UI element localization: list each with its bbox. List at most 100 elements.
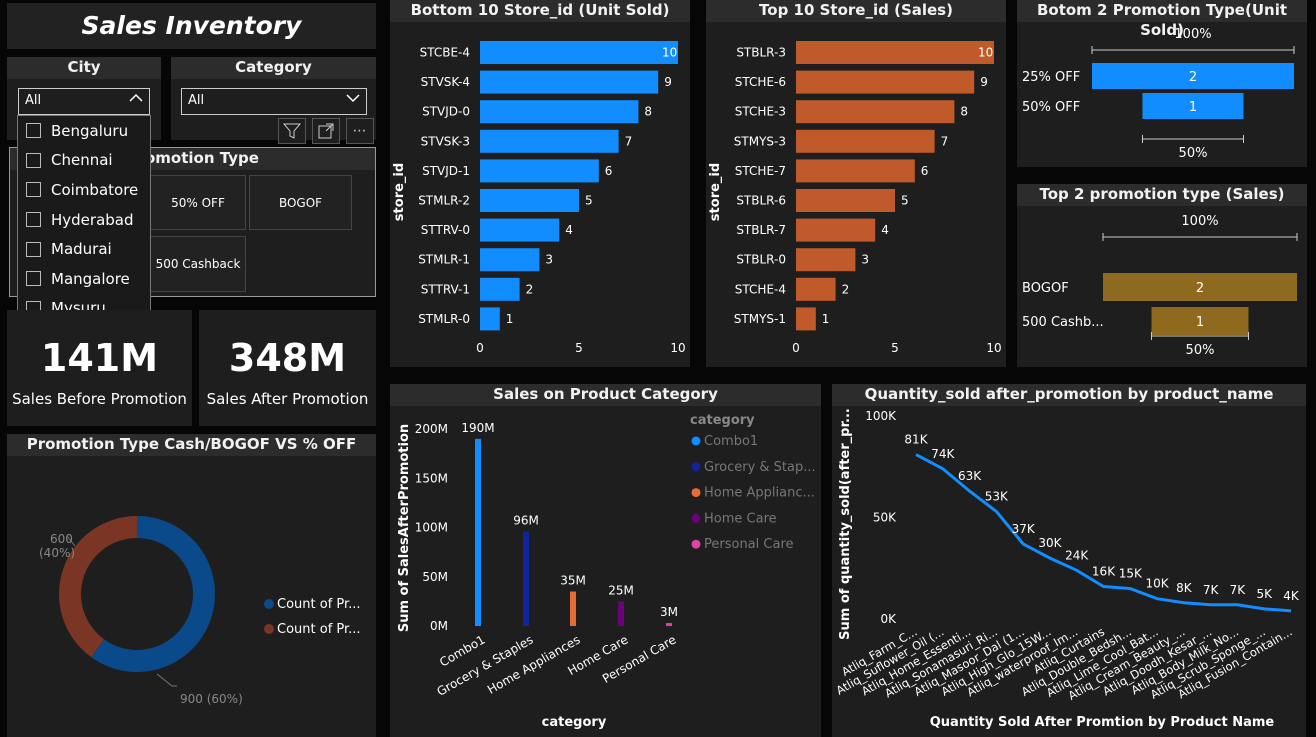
y-tick-label: 0K	[880, 612, 897, 626]
y-tick-label: 50K	[873, 511, 897, 525]
legend-label: Combo1	[704, 434, 758, 449]
bottom-percent-label: 50%	[1186, 343, 1215, 358]
x-axis-title: category	[542, 715, 607, 730]
category-label: 500 Cashb...	[1022, 315, 1104, 330]
bottom10-bar-chart: store_idSTCBE-4 10STVSK-4 9STVJD-0 8STVSK-3…	[392, 41, 686, 355]
bar	[480, 70, 659, 94]
checkbox-icon	[26, 182, 41, 198]
category-slicer-title: Category	[171, 57, 376, 79]
y-tick-label: 0M	[430, 619, 448, 633]
city-option-label: Madurai	[51, 240, 112, 259]
category-label: STMLR-0	[418, 312, 470, 326]
top10-panel: Top 10 Store_id (Sales) store_id STBLR-3 1…	[706, 0, 1006, 367]
focus-mode-icon[interactable]	[312, 118, 340, 144]
data-label: 53K	[985, 489, 1009, 503]
leader-line	[156, 673, 177, 687]
data-label: 3M	[660, 605, 678, 619]
filter-icon[interactable]	[278, 118, 306, 144]
city-option-madurai[interactable]: Madurai	[18, 234, 150, 264]
category-label: STBLR-3	[736, 46, 786, 60]
checkbox-icon	[26, 212, 41, 228]
data-label: 74K	[931, 447, 955, 461]
data-label: 81K	[904, 433, 928, 447]
scale-line	[1142, 135, 1244, 143]
data-label: 24K	[1065, 548, 1089, 562]
kpi-label: Sales After Promotion	[206, 390, 369, 408]
data-label: 5	[585, 194, 593, 208]
data-label: 9	[980, 75, 988, 89]
kpi-value: 348M	[228, 336, 347, 380]
x-tick-label: 5	[575, 341, 583, 355]
data-label: 190M	[461, 421, 494, 435]
city-option-label: Bengaluru	[51, 121, 129, 140]
bottom2-funnel-chart: 100% 2 25% OFF 1 50% OFF 50%	[1022, 27, 1295, 161]
data-label: 2	[842, 282, 850, 296]
product-line-panel: Quantity_sold after_promotion by product…	[832, 384, 1306, 737]
bar	[796, 129, 935, 153]
promo-50off-button[interactable]: 50% OFF	[150, 175, 246, 230]
data-label: 8K	[1176, 581, 1193, 595]
x-tick-label: 5	[891, 341, 899, 355]
city-option-chennai[interactable]: Chennai	[18, 146, 150, 176]
category-label: STCHE-4	[735, 282, 786, 296]
chart-title: Top 2 promotion type (Sales)	[1017, 184, 1307, 206]
category-column-chart: Sum of SalesAfterPromotion 0M 50M 100M 150M 2…	[397, 413, 816, 730]
kpi-label: Sales Before Promotion	[12, 390, 187, 408]
bar	[796, 41, 994, 64]
promo-cashback-button[interactable]: 500 Cashback	[150, 236, 246, 292]
bar	[480, 100, 639, 124]
y-tick-label: 50M	[422, 570, 448, 584]
city-option-mangalore[interactable]: Mangalore	[18, 264, 150, 294]
legend-marker	[691, 539, 701, 549]
city-option-coimbatore[interactable]: Coimbatore	[18, 175, 150, 205]
city-option-hyderabad[interactable]: Hyderabad	[18, 205, 150, 235]
promotion-slicer-title-text: omotion Type	[145, 149, 259, 167]
category-label: STBLR-0	[736, 253, 786, 267]
top-percent-label: 100%	[1181, 214, 1218, 229]
bar	[480, 159, 599, 183]
more-options-icon[interactable]: ⋯	[346, 118, 374, 144]
bar	[796, 248, 856, 272]
category-label: STMLR-2	[418, 194, 470, 208]
slice-label: (40%)	[39, 546, 75, 560]
legend-marker	[264, 624, 274, 634]
x-axis-title: Quantity Sold After Promtion by Product …	[930, 715, 1275, 730]
data-label: 25M	[608, 583, 634, 597]
chevron-up-icon	[129, 91, 143, 109]
data-label: 7K	[1230, 583, 1247, 597]
data-label: 3	[861, 253, 869, 267]
category-label: STMLR-1	[418, 253, 470, 267]
city-option-bengaluru[interactable]: Bengaluru	[18, 116, 150, 146]
y-tick-label: 200M	[415, 422, 448, 436]
promo-bogof-button[interactable]: BOGOF	[249, 175, 352, 230]
data-label: 1	[1189, 100, 1197, 115]
data-label: 2	[526, 282, 534, 296]
data-label: 15K	[1119, 567, 1143, 581]
category-label: STVJD-0	[422, 105, 470, 119]
legend-marker	[691, 462, 701, 472]
category-label: STMYS-3	[734, 134, 786, 148]
city-dropdown-list: Bengaluru Chennai Coimbatore Hyderabad M…	[17, 115, 151, 324]
column-bar	[570, 591, 576, 626]
bar	[796, 307, 816, 331]
city-option-label: Hyderabad	[51, 210, 134, 229]
bar	[796, 70, 975, 94]
category-dropdown[interactable]: All	[181, 88, 367, 115]
category-sales-panel: Sales on Product Category Sum of SalesAf…	[390, 384, 821, 737]
column-bar	[523, 531, 529, 626]
legend-label: Home Care	[704, 511, 777, 526]
chart-title: Bottom 10 Store_id (Unit Sold)	[390, 0, 690, 22]
slice-label: 900 (60%)	[180, 692, 243, 706]
category-label: STVJD-1	[422, 164, 470, 178]
city-option-label: Chennai	[51, 151, 113, 170]
chevron-down-icon	[346, 91, 360, 109]
bar	[480, 218, 560, 242]
data-label: 2	[1189, 70, 1197, 85]
top-percent-label: 100%	[1174, 27, 1211, 42]
data-label: 5K	[1256, 587, 1273, 601]
bar	[796, 277, 836, 301]
city-option-label: Mangalore	[51, 269, 130, 288]
city-dropdown[interactable]: All	[18, 88, 150, 115]
top10-bar-chart: store_idSTBLR-3 10STCHE-6 9STCHE-3 8STMYS-3…	[708, 41, 1002, 355]
data-label: 96M	[513, 513, 539, 527]
